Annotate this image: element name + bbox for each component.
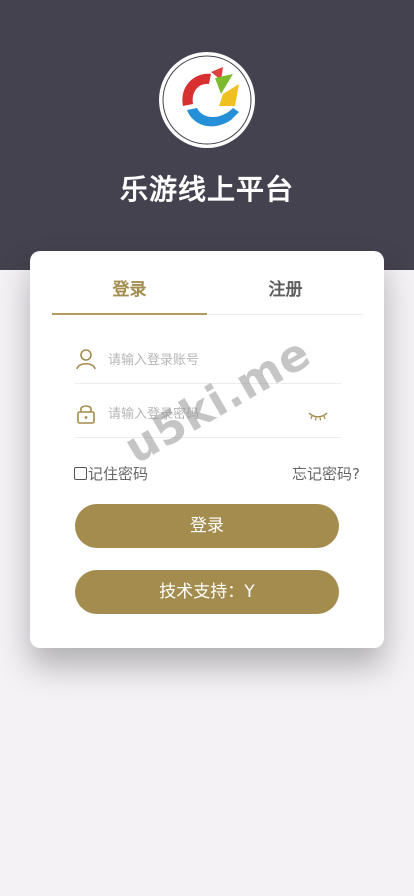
header-banner: 乐游线上平台 [0, 0, 414, 270]
password-field [75, 397, 341, 438]
eye-closed-icon[interactable] [308, 407, 328, 421]
username-input[interactable] [108, 348, 308, 372]
tab-login[interactable]: 登录 [52, 275, 207, 300]
active-tab-indicator [52, 313, 207, 315]
auth-card: 登录 注册 请输入登录账号 记住密码 忘记密码? 登录 技术支持：Y [30, 251, 384, 648]
login-button[interactable]: 登录 [75, 504, 339, 548]
app-title: 乐游线上平台 [119, 173, 294, 206]
password-input[interactable] [108, 402, 308, 426]
user-icon [75, 348, 97, 370]
remember-password-checkbox[interactable]: 记住密码 [74, 463, 148, 483]
checkbox-box[interactable] [74, 466, 87, 480]
remember-password-label: 记住密码 [88, 464, 149, 483]
username-field [75, 343, 341, 384]
forgot-password-link[interactable]: 忘记密码? [292, 463, 360, 484]
tab-register[interactable]: 注册 [208, 275, 363, 300]
support-button[interactable]: 技术支持：Y [75, 570, 339, 614]
auth-tabs: 登录 注册 [52, 251, 363, 315]
app-logo [161, 54, 253, 146]
lock-icon [75, 402, 97, 424]
